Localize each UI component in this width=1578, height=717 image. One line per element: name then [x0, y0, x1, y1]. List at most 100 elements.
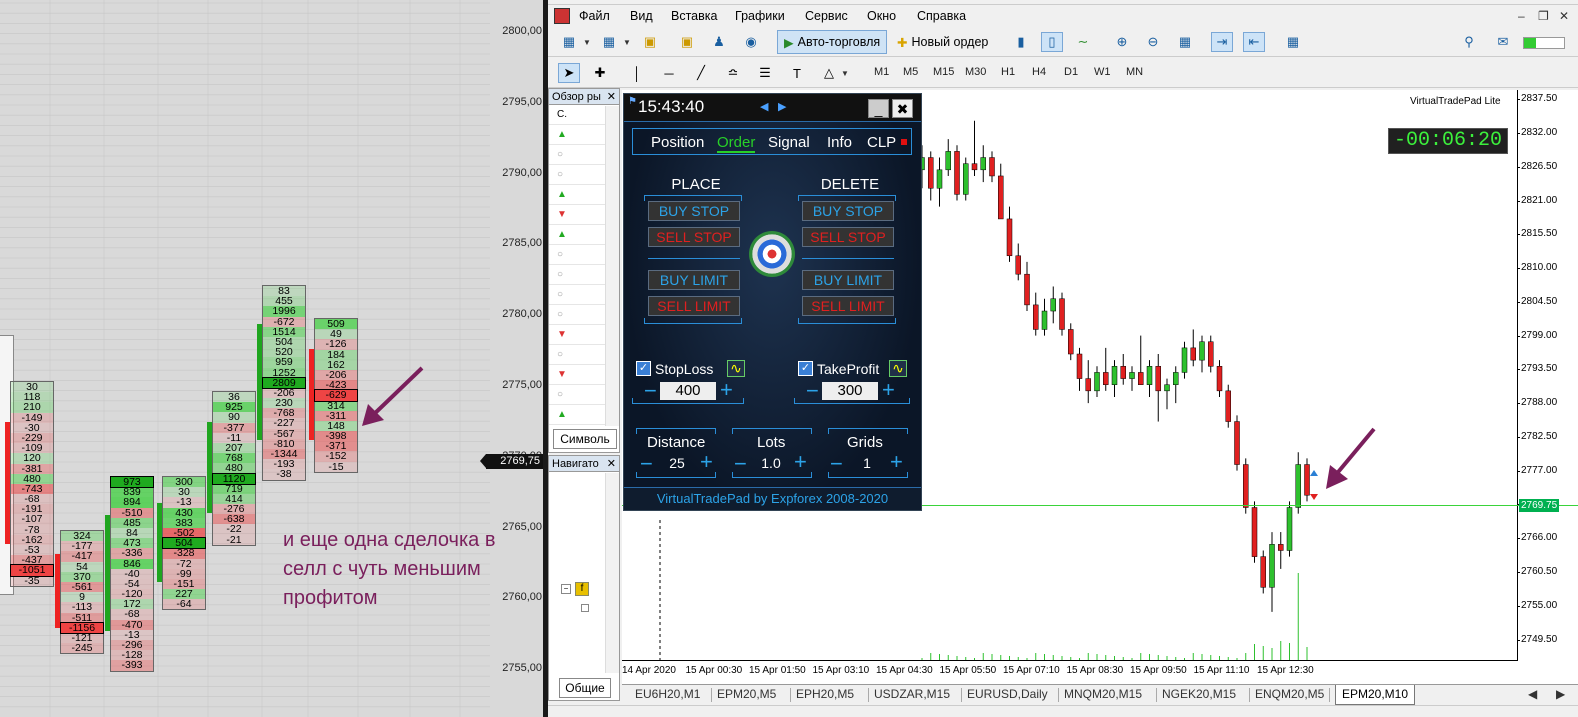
stoploss-wave-icon[interactable]: ∿ — [727, 360, 745, 377]
minimize-icon[interactable]: – — [1518, 9, 1525, 23]
timeframe-m1[interactable]: M1 — [874, 66, 889, 78]
vtp-titlebar[interactable]: ⚑ 15:43:40 ◀ ▶ _ ✖ — [624, 94, 921, 122]
distance-minus-button[interactable]: − — [640, 453, 653, 475]
tab-general[interactable]: Общие — [559, 678, 611, 698]
search-icon[interactable]: ⚲ — [1458, 32, 1480, 52]
menu-window[interactable]: Окно — [867, 9, 896, 23]
navigator-scrollbar[interactable] — [605, 473, 619, 673]
app-icon[interactable] — [554, 8, 570, 24]
timeframe-d1[interactable]: D1 — [1064, 66, 1078, 78]
scroll-right-icon[interactable]: ▶ — [1556, 687, 1565, 701]
chart-tab[interactable]: ENQM20,M5 — [1255, 687, 1324, 701]
market-watch-icon[interactable]: ▣ — [639, 32, 661, 52]
place-buy-stop-button[interactable]: BUY STOP — [648, 201, 740, 221]
close-icon[interactable]: ✕ — [607, 456, 616, 472]
chevron-down-icon[interactable]: ▼ — [582, 32, 592, 52]
timeframe-m30[interactable]: M30 — [965, 66, 986, 78]
channel-icon[interactable]: ≏ — [722, 63, 744, 83]
tab-position[interactable]: Position — [651, 134, 704, 151]
takeprofit-wave-icon[interactable]: ∿ — [889, 360, 907, 377]
timeframe-m15[interactable]: M15 — [933, 66, 954, 78]
navigator-icon[interactable]: ♟ — [708, 32, 730, 52]
crosshair-icon[interactable]: ✚ — [589, 63, 611, 83]
tab-signal[interactable]: Signal — [768, 134, 810, 151]
target-icon[interactable] — [749, 231, 795, 277]
function-icon[interactable]: f — [575, 582, 589, 596]
templates-icon[interactable]: ▦ — [1282, 32, 1304, 52]
place-buy-limit-button[interactable]: BUY LIMIT — [648, 270, 740, 290]
candlestick-icon[interactable]: ▯ — [1041, 32, 1063, 52]
delete-buy-limit-button[interactable]: BUY LIMIT — [802, 270, 894, 290]
grids-value[interactable]: 1 — [850, 455, 884, 471]
horizontal-line-icon[interactable]: ─ — [658, 63, 680, 83]
delete-sell-limit-button[interactable]: SELL LIMIT — [802, 296, 894, 316]
fibonacci-icon[interactable]: ☰ — [754, 63, 776, 83]
lots-plus-button[interactable]: + — [794, 451, 807, 473]
place-sell-limit-button[interactable]: SELL LIMIT — [648, 296, 740, 316]
tree-node-icon[interactable] — [581, 604, 589, 612]
timeframe-h1[interactable]: H1 — [1001, 66, 1015, 78]
close-icon[interactable]: ✕ — [607, 89, 616, 105]
chart-tab[interactable]: EPM20,M10 — [1335, 685, 1416, 705]
menu-insert[interactable]: Вставка — [671, 9, 717, 23]
zoom-out-icon[interactable]: ⊖ — [1142, 32, 1164, 52]
autotrade-button[interactable]: ▶ Авто-торговля — [777, 30, 888, 54]
auto-scroll-icon[interactable]: ⇥ — [1211, 32, 1233, 52]
tab-info[interactable]: Info — [827, 134, 852, 151]
menu-charts[interactable]: Графики — [735, 9, 785, 23]
scroll-left-icon[interactable]: ◀ — [1528, 687, 1537, 701]
market-watch-scrollbar[interactable] — [605, 106, 619, 426]
tab-symbols[interactable]: Символь — [553, 429, 617, 449]
timeframe-h4[interactable]: H4 — [1032, 66, 1046, 78]
text-icon[interactable]: T — [786, 63, 808, 83]
cursor-icon[interactable]: ➤ — [558, 63, 580, 83]
takeprofit-plus-button[interactable]: + — [882, 379, 895, 401]
tile-windows-icon[interactable]: ▦ — [1174, 32, 1196, 52]
vertical-line-icon[interactable]: │ — [626, 63, 648, 83]
chart-tab[interactable]: EPH20,M5 — [796, 687, 854, 701]
distance-plus-button[interactable]: + — [700, 451, 713, 473]
distance-value[interactable]: 25 — [660, 455, 694, 471]
chart-tab[interactable]: NGEK20,M15 — [1162, 687, 1236, 701]
chevron-down-icon[interactable]: ▼ — [622, 32, 632, 52]
new-chart-icon[interactable]: ▦ — [558, 32, 580, 52]
shapes-icon[interactable]: △ — [818, 63, 840, 83]
close-icon[interactable]: ✕ — [1559, 9, 1569, 23]
grids-plus-button[interactable]: + — [890, 451, 903, 473]
takeprofit-checkbox[interactable]: ✓ — [798, 361, 813, 376]
vtp-close-button[interactable]: ✖ — [892, 99, 913, 118]
line-chart-icon[interactable]: ∼ — [1072, 32, 1094, 52]
tree-collapse-icon[interactable]: − — [561, 584, 571, 594]
delete-sell-stop-button[interactable]: SELL STOP — [802, 227, 894, 247]
chevron-down-icon[interactable]: ▼ — [840, 63, 850, 83]
chevron-left-icon[interactable]: ◀ — [760, 100, 768, 113]
chart-shift-icon[interactable]: ⇤ — [1243, 32, 1265, 52]
timeframe-w1[interactable]: W1 — [1094, 66, 1111, 78]
tab-order[interactable]: Order — [717, 134, 756, 153]
terminal-icon[interactable]: ◉ — [740, 32, 762, 52]
timeframe-mn[interactable]: MN — [1126, 66, 1143, 78]
chevron-right-icon[interactable]: ▶ — [778, 100, 786, 113]
place-sell-stop-button[interactable]: SELL STOP — [648, 227, 740, 247]
bar-chart-icon[interactable]: ▮ — [1010, 32, 1032, 52]
menu-file[interactable]: Файл — [579, 9, 610, 23]
profiles-icon[interactable]: ▦ — [598, 32, 620, 52]
new-order-button[interactable]: ✚ Новый ордер — [890, 30, 995, 54]
zoom-in-icon[interactable]: ⊕ — [1111, 32, 1133, 52]
trendline-icon[interactable]: ╱ — [690, 63, 712, 83]
chart-tab[interactable]: EU6H20,M1 — [635, 687, 700, 701]
data-window-icon[interactable]: ▣ — [676, 32, 698, 52]
grids-minus-button[interactable]: − — [830, 453, 843, 475]
chart-tab[interactable]: MNQM20,M15 — [1064, 687, 1142, 701]
chart-tab[interactable]: USDZAR,M15 — [874, 687, 950, 701]
menu-view[interactable]: Вид — [630, 9, 653, 23]
stoploss-checkbox[interactable]: ✓ — [636, 361, 651, 376]
chat-icon[interactable]: ✉ — [1492, 32, 1514, 52]
delete-buy-stop-button[interactable]: BUY STOP — [802, 201, 894, 221]
restore-icon[interactable]: ❐ — [1538, 9, 1549, 23]
vtp-minimize-button[interactable]: _ — [868, 99, 889, 118]
menu-tools[interactable]: Сервис — [805, 9, 848, 23]
menu-help[interactable]: Справка — [917, 9, 966, 23]
stoploss-plus-button[interactable]: + — [720, 379, 733, 401]
chart-tab[interactable]: EPM20,M5 — [717, 687, 776, 701]
